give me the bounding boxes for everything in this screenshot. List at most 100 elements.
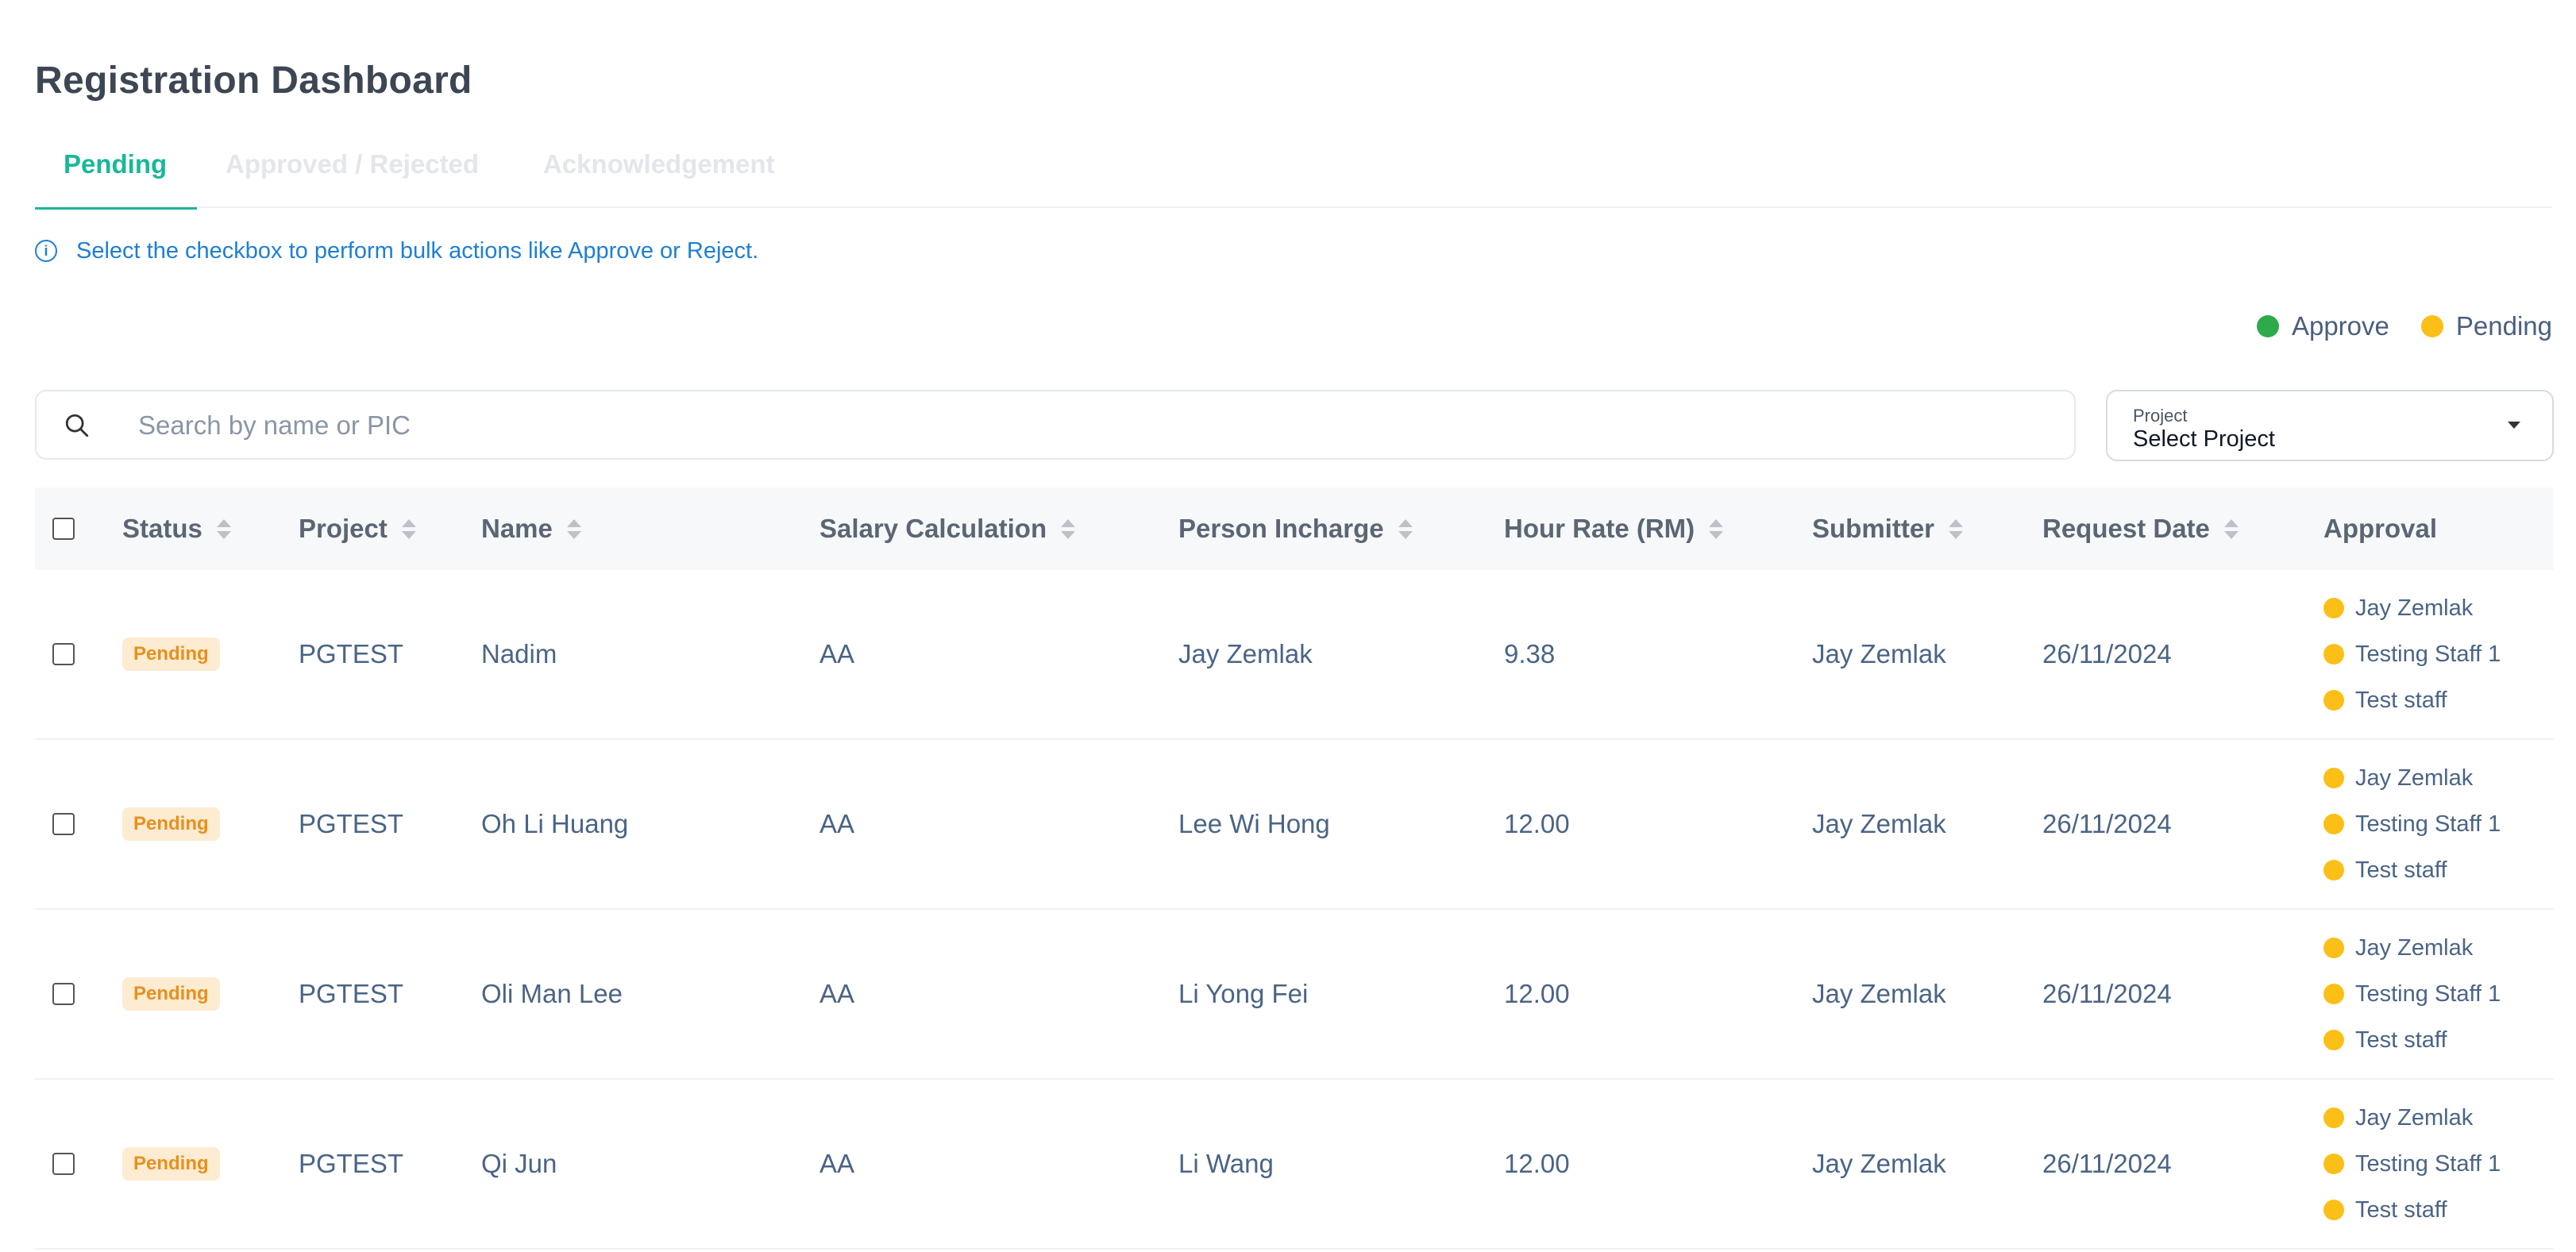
submitter-cell: Jay Zemlak xyxy=(1812,639,1946,668)
table-row[interactable]: Pending PGTEST Qi Jun AA Li Wang 12.00 J… xyxy=(35,1080,2554,1250)
tab-bar: Pending Approved / Rejected Acknowledgem… xyxy=(35,144,2552,210)
sort-icon[interactable] xyxy=(2223,518,2239,539)
approver-name: Jay Zemlak xyxy=(2355,595,2474,621)
table-header: Status Project Name Salary Calculation P… xyxy=(35,487,2554,570)
sort-icon[interactable] xyxy=(1949,518,1964,539)
column-header-salary-calculation[interactable]: Salary Calculation xyxy=(819,487,1076,570)
project-select-value: Select Project xyxy=(2133,426,2275,452)
hour-rate-cell: 12.00 xyxy=(1504,809,1570,838)
submitter-cell: Jay Zemlak xyxy=(1812,1149,1946,1178)
sort-icon[interactable] xyxy=(1709,518,1724,539)
legend-item-approve: Approve xyxy=(2256,311,2389,341)
column-label-submitter: Submitter xyxy=(1812,514,1935,543)
person-incharge-cell: Li Wang xyxy=(1178,1149,1274,1178)
tab-acknowledgement[interactable]: Acknowledgement xyxy=(511,144,781,208)
legend-label-approve: Approve xyxy=(2291,311,2389,341)
row-checkbox-cell xyxy=(52,910,75,1078)
approver-item: Jay Zemlak xyxy=(2323,755,2473,801)
name-cell: Qi Jun xyxy=(481,1149,557,1178)
name-cell: Oh Li Huang xyxy=(481,809,629,838)
pending-dot-icon xyxy=(2323,1200,2344,1220)
pending-dot-icon xyxy=(2323,1108,2344,1128)
column-label-request-date: Request Date xyxy=(2042,514,2210,543)
pending-dot-icon xyxy=(2323,598,2344,618)
pending-dot-icon xyxy=(2323,768,2344,788)
status-badge: Pending xyxy=(122,638,220,671)
approver-name: Testing Staff 1 xyxy=(2355,641,2501,667)
approve-dot-icon xyxy=(2256,315,2279,337)
approver-item: Testing Staff 1 xyxy=(2323,631,2501,677)
registration-table: Status Project Name Salary Calculation P… xyxy=(35,487,2554,1250)
sort-icon[interactable] xyxy=(1061,518,1076,539)
sort-icon[interactable] xyxy=(401,518,416,539)
request-date-cell: 26/11/2024 xyxy=(2042,809,2172,838)
name-cell: Oli Man Lee xyxy=(481,979,623,1008)
header-checkbox-cell xyxy=(52,487,75,570)
pending-dot-icon xyxy=(2323,814,2344,834)
table-row[interactable]: Pending PGTEST Oh Li Huang AA Lee Wi Hon… xyxy=(35,740,2554,910)
approval-cell: Jay Zemlak Testing Staff 1 Test staff xyxy=(2323,570,2501,738)
approver-name: Testing Staff 1 xyxy=(2355,811,2501,837)
name-cell: Nadim xyxy=(481,639,557,668)
submitter-cell: Jay Zemlak xyxy=(1812,979,1946,1008)
project-select[interactable]: Project Select Project xyxy=(2106,390,2554,461)
row-checkbox[interactable] xyxy=(52,813,75,835)
legend-label-pending: Pending xyxy=(2455,311,2552,341)
project-select-label: Project xyxy=(2133,406,2188,426)
sort-icon[interactable] xyxy=(566,518,581,539)
status-cell: Pending xyxy=(122,570,220,738)
approver-item: Testing Staff 1 xyxy=(2323,971,2501,1017)
approver-name: Jay Zemlak xyxy=(2355,765,2474,791)
column-header-hour-rate[interactable]: Hour Rate (RM) xyxy=(1504,487,1724,570)
column-header-person-incharge[interactable]: Person Incharge xyxy=(1178,487,1413,570)
column-label-project: Project xyxy=(299,514,388,543)
tab-approved-rejected[interactable]: Approved / Rejected xyxy=(197,144,492,208)
info-text: Select the checkbox to perform bulk acti… xyxy=(76,237,759,264)
row-checkbox[interactable] xyxy=(52,643,75,665)
person-incharge-cell: Li Yong Fei xyxy=(1178,979,1309,1008)
approver-name: Jay Zemlak xyxy=(2355,1104,2474,1131)
pending-dot-icon xyxy=(2323,644,2344,665)
column-header-approval: Approval xyxy=(2323,487,2437,570)
column-header-request-date[interactable]: Request Date xyxy=(2042,487,2239,570)
request-date-cell: 26/11/2024 xyxy=(2042,979,2172,1008)
search-input[interactable] xyxy=(138,404,2044,447)
project-cell: PGTEST xyxy=(299,1149,404,1178)
row-checkbox[interactable] xyxy=(52,983,75,1005)
column-header-project[interactable]: Project xyxy=(299,487,416,570)
column-label-status: Status xyxy=(122,514,202,543)
person-incharge-cell: Jay Zemlak xyxy=(1178,639,1313,668)
pending-dot-icon xyxy=(2323,938,2344,958)
caret-down-icon xyxy=(2508,422,2520,429)
salary-calculation-cell: AA xyxy=(819,639,855,668)
approver-name: Test staff xyxy=(2355,1027,2447,1053)
search-box[interactable] xyxy=(35,390,2076,460)
project-cell: PGTEST xyxy=(299,809,404,838)
request-date-cell: 26/11/2024 xyxy=(2042,639,2172,668)
select-all-checkbox[interactable] xyxy=(52,518,75,540)
info-icon: i xyxy=(35,240,57,262)
row-checkbox-cell xyxy=(52,1080,75,1248)
approver-item: Jay Zemlak xyxy=(2323,925,2473,971)
column-header-submitter[interactable]: Submitter xyxy=(1812,487,1964,570)
salary-calculation-cell: AA xyxy=(819,1149,855,1178)
table-row[interactable]: Pending PGTEST Nadim AA Jay Zemlak 9.38 … xyxy=(35,570,2554,740)
approver-item: Testing Staff 1 xyxy=(2323,801,2501,847)
row-checkbox[interactable] xyxy=(52,1153,75,1175)
table-row[interactable]: Pending PGTEST Oli Man Lee AA Li Yong Fe… xyxy=(35,910,2554,1080)
status-cell: Pending xyxy=(122,910,220,1078)
column-header-name[interactable]: Name xyxy=(481,487,581,570)
status-cell: Pending xyxy=(122,740,220,908)
approver-name: Jay Zemlak xyxy=(2355,934,2474,961)
approver-item: Jay Zemlak xyxy=(2323,585,2473,631)
column-header-status[interactable]: Status xyxy=(122,487,231,570)
approval-cell: Jay Zemlak Testing Staff 1 Test staff xyxy=(2323,740,2501,908)
sort-icon[interactable] xyxy=(216,518,231,539)
person-incharge-cell: Lee Wi Hong xyxy=(1178,809,1330,838)
project-cell: PGTEST xyxy=(299,639,404,668)
pending-dot-icon xyxy=(2323,984,2344,1004)
column-label-person-incharge: Person Incharge xyxy=(1178,514,1384,543)
tab-pending[interactable]: Pending xyxy=(35,144,197,210)
sort-icon[interactable] xyxy=(1398,518,1413,539)
approver-item: Testing Staff 1 xyxy=(2323,1141,2501,1187)
